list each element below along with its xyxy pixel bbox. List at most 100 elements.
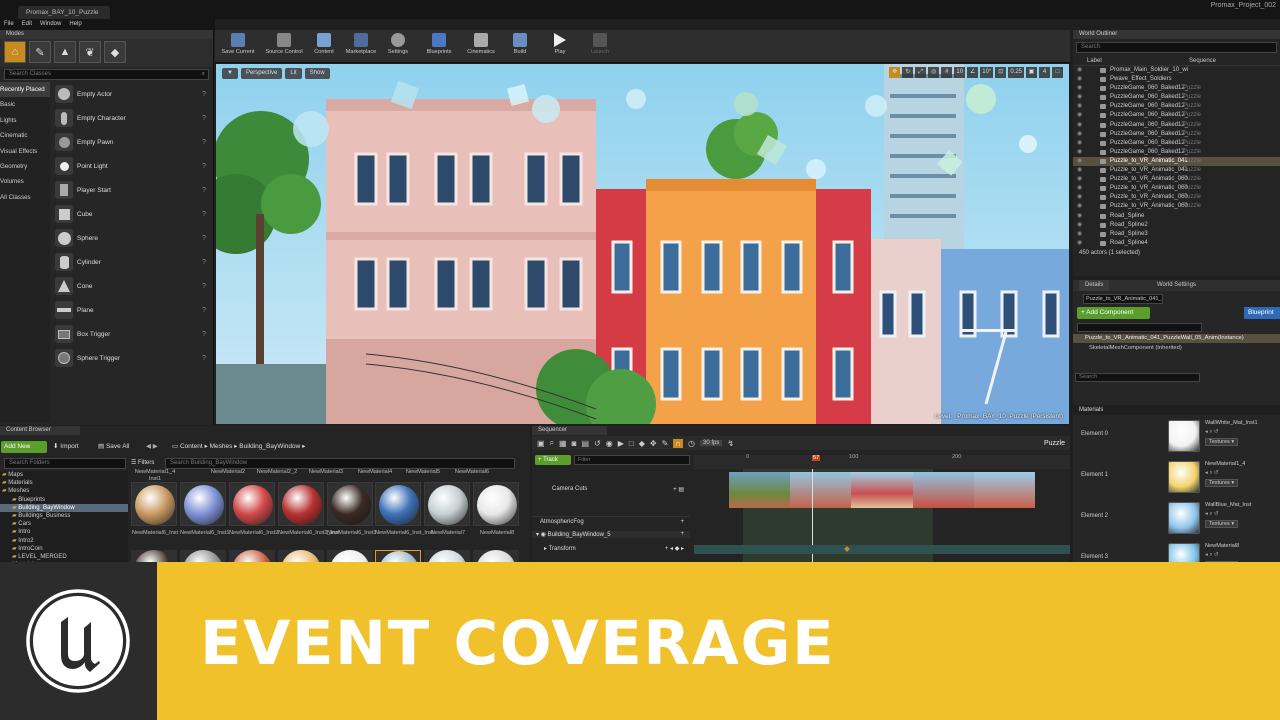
folder-item[interactable]: ▰ Intro2	[0, 537, 128, 545]
filters-button[interactable]: ☰ Filters	[131, 458, 154, 469]
visibility-eye-icon[interactable]: ◉	[1077, 221, 1082, 230]
maximize-icon[interactable]: □	[1052, 67, 1063, 78]
refresh-icon[interactable]: ↺	[594, 439, 601, 448]
outliner-row[interactable]: ◉ Puzzle_to_VR_Animatic_041 Puzzle	[1073, 166, 1280, 175]
play-button[interactable]: Play	[545, 32, 575, 61]
place-item[interactable]: Sphere Trigger?	[52, 346, 212, 370]
visibility-eye-icon[interactable]: ◉	[1077, 130, 1082, 139]
place-item[interactable]: Cube?	[52, 202, 212, 226]
menu-window[interactable]: Window	[40, 19, 61, 30]
world-icon[interactable]: ◎	[928, 67, 940, 78]
key-icon[interactable]: ◆	[639, 439, 645, 448]
asset-tile[interactable]	[327, 482, 373, 526]
eye-icon[interactable]: ◉	[606, 439, 613, 448]
save-icon[interactable]: ▣	[537, 439, 545, 448]
back-forward-icon[interactable]: ◀ ▶	[146, 441, 158, 453]
selection-icon[interactable]: □	[629, 439, 634, 448]
add-track-button[interactable]: + Track	[535, 455, 571, 465]
visibility-eye-icon[interactable]: ◉	[1077, 102, 1082, 111]
fps-select[interactable]: 30 fps	[700, 440, 723, 446]
class-search-input[interactable]: Search Classes ⌕	[4, 69, 209, 80]
track-camera-cuts[interactable]: Camera Cuts + ▤	[532, 486, 690, 493]
cinematics-button[interactable]: Cinematics	[461, 32, 501, 61]
settings-button[interactable]: Settings	[381, 32, 415, 61]
help-icon[interactable]: ?	[202, 115, 206, 122]
textures-dropdown[interactable]: Textures ▾	[1205, 479, 1239, 487]
outliner-row[interactable]: ◉ Pwave_Effect_Soldiers	[1073, 75, 1280, 84]
modes-tab[interactable]: Modes	[0, 30, 213, 39]
visibility-eye-icon[interactable]: ◉	[1077, 230, 1082, 239]
level-viewport[interactable]: ▼ Perspective Lit Show ✥ ↻ ⤢ ◎ # 10 ∠ 10…	[216, 64, 1069, 424]
place-item[interactable]: Empty Character?	[52, 106, 212, 130]
edit-icon[interactable]: ✎	[662, 439, 669, 448]
outliner-search-input[interactable]: Search	[1076, 42, 1277, 53]
asset-tile[interactable]	[375, 482, 421, 526]
camera-icon[interactable]: ◙	[572, 439, 577, 448]
track-transform[interactable]: ▸ Transform + ◂ ◆ ▸	[532, 545, 690, 552]
folder-search-input[interactable]: Search Folders	[4, 458, 126, 469]
foliage-mode-icon[interactable]: ❦	[79, 41, 101, 63]
render-icon[interactable]: ▤	[581, 439, 589, 448]
help-icon[interactable]: ?	[202, 163, 206, 170]
help-icon[interactable]: ?	[202, 355, 206, 362]
outliner-row[interactable]: ◉ Puzzle_to_VR_Animatic_060 Puzzle	[1073, 175, 1280, 184]
textures-dropdown[interactable]: Textures ▾	[1205, 520, 1239, 528]
tab-details[interactable]: Details	[1079, 280, 1110, 291]
folder-item[interactable]: ▰ Maps	[0, 471, 128, 479]
menu-help[interactable]: Help	[69, 19, 81, 30]
camera-speed-icon[interactable]: ▣	[1026, 67, 1037, 78]
visibility-eye-icon[interactable]: ◉	[1077, 84, 1082, 93]
asset-tile[interactable]	[278, 482, 324, 526]
asset-tile[interactable]	[180, 482, 226, 526]
visibility-eye-icon[interactable]: ◉	[1077, 193, 1082, 202]
material-thumbnail[interactable]	[1168, 502, 1200, 534]
add-icon[interactable]: +	[680, 531, 684, 537]
visibility-eye-icon[interactable]: ◉	[1077, 175, 1082, 184]
category-visual-effects[interactable]: Visual Effects	[0, 144, 50, 159]
outliner-row[interactable]: ◉ PuzzleGame_060_Baked12_ Puzzle	[1073, 84, 1280, 93]
transform-icon[interactable]: ✥	[650, 439, 657, 448]
outliner-row[interactable]: ◉ Puzzle_to_VR_Animatic_060 Puzzle	[1073, 193, 1280, 202]
place-item[interactable]: Point Light?	[52, 154, 212, 178]
scale-snap-icon[interactable]: ⊡	[995, 67, 1007, 78]
actor-name-field[interactable]: Puzzle_to_VR_Animatic_041_Puzzle	[1083, 294, 1163, 304]
add-icon[interactable]: + ▤	[673, 486, 684, 493]
landscape-mode-icon[interactable]: ▲	[54, 41, 76, 63]
film-icon[interactable]: ▦	[559, 439, 567, 448]
blueprints-button[interactable]: Blueprints	[419, 32, 459, 61]
visibility-eye-icon[interactable]: ◉	[1077, 212, 1082, 221]
scale-tool-icon[interactable]: ⤢	[915, 67, 927, 78]
time-ruler[interactable]: 0 100 200 57	[694, 454, 1070, 469]
details-search-input[interactable]: Search	[1075, 373, 1200, 382]
visibility-eye-icon[interactable]: ◉	[1077, 148, 1082, 157]
search-icon[interactable]: ⌕	[550, 438, 554, 448]
skeletal-mesh-component[interactable]: SkeletalMeshComponent (Inherited)	[1089, 345, 1182, 351]
menu-file[interactable]: File	[4, 19, 14, 30]
outliner-row[interactable]: ◉ Road_Spline	[1073, 212, 1280, 221]
paint-mode-icon[interactable]: ✎	[29, 41, 51, 63]
outliner-row[interactable]: ◉ Puzzle_to_VR_Animatic_041 Puzzle	[1073, 156, 1280, 167]
outliner-row[interactable]: ◉ Road_Spline3	[1073, 230, 1280, 239]
component-search[interactable]	[1077, 323, 1202, 332]
place-item[interactable]: Box Trigger?	[52, 322, 212, 346]
perspective-button[interactable]: Perspective	[240, 68, 283, 79]
folder-item[interactable]: ▰ LEVEL_MERGED	[0, 553, 128, 561]
outliner-row[interactable]: ◉ Road_Spline4	[1073, 239, 1280, 248]
outliner-row[interactable]: ◉ PuzzleGame_060_Baked12_ Puzzle	[1073, 130, 1280, 139]
grid-snap-value[interactable]: 10	[954, 67, 966, 78]
import-button[interactable]: ⬇ Import	[53, 441, 79, 453]
place-item[interactable]: Sphere?	[52, 226, 212, 250]
rotate-tool-icon[interactable]: ↻	[902, 67, 914, 78]
clock-icon[interactable]: ◷	[688, 439, 695, 448]
folder-item[interactable]: ▰ Meshes	[0, 487, 128, 495]
help-icon[interactable]: ?	[202, 211, 206, 218]
playhead-frame[interactable]: 57	[812, 455, 821, 461]
crumb-content[interactable]: Content	[180, 443, 203, 450]
snap-icon[interactable]: ∩	[673, 438, 684, 448]
expand-icon[interactable]: ▸	[536, 546, 547, 552]
asset-tile[interactable]	[473, 482, 519, 526]
place-item[interactable]: Empty Pawn?	[52, 130, 212, 154]
save-all-button[interactable]: ▤ Save All	[98, 441, 129, 453]
material-actions-icon[interactable]: ◂ ⌕ ↺	[1205, 429, 1219, 436]
place-mode-icon[interactable]: ⌂	[4, 41, 26, 63]
